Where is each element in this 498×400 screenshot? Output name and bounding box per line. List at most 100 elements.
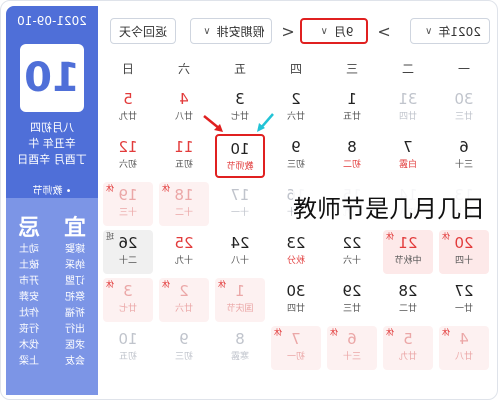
rest-badge: 休 — [386, 328, 394, 337]
ji-item: 动土 — [19, 244, 39, 255]
next-month-button[interactable]: > — [376, 18, 392, 44]
day-cell[interactable]: 23 秋分 — [271, 230, 321, 274]
day-cell[interactable]: 3 廿七休 — [103, 278, 153, 322]
day-cell[interactable]: 8 寒露 — [215, 326, 265, 370]
day-number: 30 — [454, 90, 474, 108]
weekday-header: 一二三四五六日 — [100, 60, 492, 80]
day-cell[interactable]: 17 十一 — [215, 182, 265, 226]
weekday-label: 二 — [402, 62, 415, 76]
lunar-label: 廿四 — [399, 112, 418, 122]
lunar-label: 廿六 — [175, 304, 194, 314]
day-detail-panel: 2021-09-10 10 八月初四 辛丑年 牛 丁酉月 辛酉日 • 教师节 宜… — [6, 6, 98, 395]
day-number: 2 — [291, 90, 301, 108]
day-cell[interactable]: 10 初五 — [103, 326, 153, 370]
lunar-label: 十一 — [231, 208, 250, 218]
back-to-today-label: 返回今天 — [119, 24, 168, 39]
yi-item: 嫁娶 — [65, 244, 85, 255]
day-number: 12 — [118, 138, 138, 156]
day-cell[interactable]: 20 十四休 — [439, 230, 489, 274]
workday-badge: 班 — [106, 232, 114, 241]
day-cell[interactable]: 30 廿三 — [439, 86, 489, 130]
rest-badge: 休 — [330, 328, 338, 337]
lunar-label: 廿七 — [119, 304, 138, 314]
ji-item: 伐木 — [19, 340, 39, 351]
day-cell[interactable]: 19 十三休 — [103, 182, 153, 226]
back-to-today-button[interactable]: 返回今天 — [110, 18, 176, 44]
day-cell[interactable]: 2 廿六休 — [159, 278, 209, 322]
yi-item: 订盟 — [65, 276, 85, 287]
day-cell[interactable]: 7 初一休 — [271, 326, 321, 370]
lunar-label: 初六 — [119, 160, 138, 170]
day-cell[interactable]: 27 廿一 — [439, 278, 489, 322]
day-cell[interactable]: 4 廿八 — [159, 86, 209, 130]
weekday-label: 六 — [178, 62, 191, 76]
weekday-label: 日 — [122, 62, 135, 76]
yi-item: 纳采 — [65, 260, 85, 271]
day-cell[interactable]: 11 初五 — [159, 134, 209, 178]
lunar-label: 二十 — [119, 256, 138, 266]
day-cell[interactable]: 6 三十休 — [327, 326, 377, 370]
lunar-label: 廿三 — [455, 112, 474, 122]
day-cell[interactable]: 2 廿六 — [271, 86, 321, 130]
cyan-pointer-icon — [257, 113, 274, 132]
lunar-label: 廿九 — [119, 112, 138, 122]
day-cell[interactable]: 5 廿九休 — [383, 326, 433, 370]
day-cell[interactable]: 31 廿四 — [383, 86, 433, 130]
holiday-select[interactable]: 假期安排 ∨ — [190, 18, 272, 44]
day-cell[interactable]: 7 白露 — [383, 134, 433, 178]
weekday-label: 四 — [290, 62, 303, 76]
weekday-label: 三 — [346, 62, 359, 76]
day-cell[interactable]: 29 廿三 — [327, 278, 377, 322]
day-cell[interactable]: 5 廿九 — [103, 86, 153, 130]
ji-item: 开市 — [19, 276, 39, 287]
ji-heading: 忌 — [17, 216, 40, 241]
yi-item: 出行 — [65, 324, 85, 335]
lunar-label: 廿一 — [455, 304, 474, 314]
year-select[interactable]: 2021年 ∨ — [410, 18, 490, 44]
day-cell[interactable]: 18 十二休 — [159, 182, 209, 226]
day-cell[interactable]: 8 初二 — [327, 134, 377, 178]
lunar-label: 廿八 — [175, 112, 194, 122]
chevron-down-icon: ∨ — [320, 25, 328, 37]
day-cell[interactable]: 9 初三 — [159, 326, 209, 370]
lunar-label: 白露 — [399, 160, 418, 170]
day-cell[interactable]: 4 廿八休 — [439, 326, 489, 370]
rest-badge: 休 — [106, 280, 114, 289]
rest-badge: 休 — [162, 184, 170, 193]
day-cell[interactable]: 12 初六 — [103, 134, 153, 178]
day-cell[interactable]: 24 十八 — [215, 230, 265, 274]
day-cell[interactable]: 26 二十班 — [103, 230, 153, 274]
day-cell[interactable]: 25 十九 — [159, 230, 209, 274]
day-number: 29 — [342, 282, 362, 300]
day-cell[interactable]: 22 十六 — [327, 230, 377, 274]
yi-item: 祈福 — [65, 308, 85, 319]
day-cell[interactable]: 28 廿二 — [383, 278, 433, 322]
day-number: 8 — [235, 330, 245, 348]
month-select[interactable]: 9月 ∨ — [300, 18, 368, 44]
yi-list: 嫁娶 纳采 订盟 祭祀 祈福 出行 求医 会友 — [58, 242, 92, 370]
year-value: 2021年 — [438, 24, 481, 39]
day-cell[interactable]: 21 中秋节休 — [383, 230, 433, 274]
lunar-label: 秋分 — [287, 256, 306, 266]
lunar-label: 十四 — [455, 256, 474, 266]
lunar-label: 初五 — [119, 352, 138, 362]
yi-item: 会友 — [65, 356, 85, 367]
rest-badge: 休 — [274, 328, 282, 337]
day-cell[interactable]: 10 教师节 — [215, 134, 265, 178]
day-number: 31 — [398, 90, 418, 108]
day-number: 22 — [342, 234, 362, 252]
lunar-label: 教师节 — [226, 162, 254, 172]
day-cell[interactable]: 30 廿四 — [271, 278, 321, 322]
lunar-label: 廿二 — [399, 304, 418, 314]
day-cell[interactable]: 9 初三 — [271, 134, 321, 178]
prev-month-button[interactable]: < — [280, 18, 296, 44]
day-number: 17 — [230, 186, 250, 204]
day-number: 7 — [403, 138, 413, 156]
lunar-info: 八月初四 辛丑年 牛 丁酉月 辛酉日 — [6, 120, 98, 168]
red-pointer-icon — [203, 115, 223, 132]
day-number: 10 — [118, 330, 138, 348]
day-cell[interactable]: 6 三十 — [439, 134, 489, 178]
day-cell[interactable]: 1 廿五 — [327, 86, 377, 130]
lunar-label: 初五 — [175, 160, 194, 170]
day-cell[interactable]: 1 国庆节休 — [215, 278, 265, 322]
